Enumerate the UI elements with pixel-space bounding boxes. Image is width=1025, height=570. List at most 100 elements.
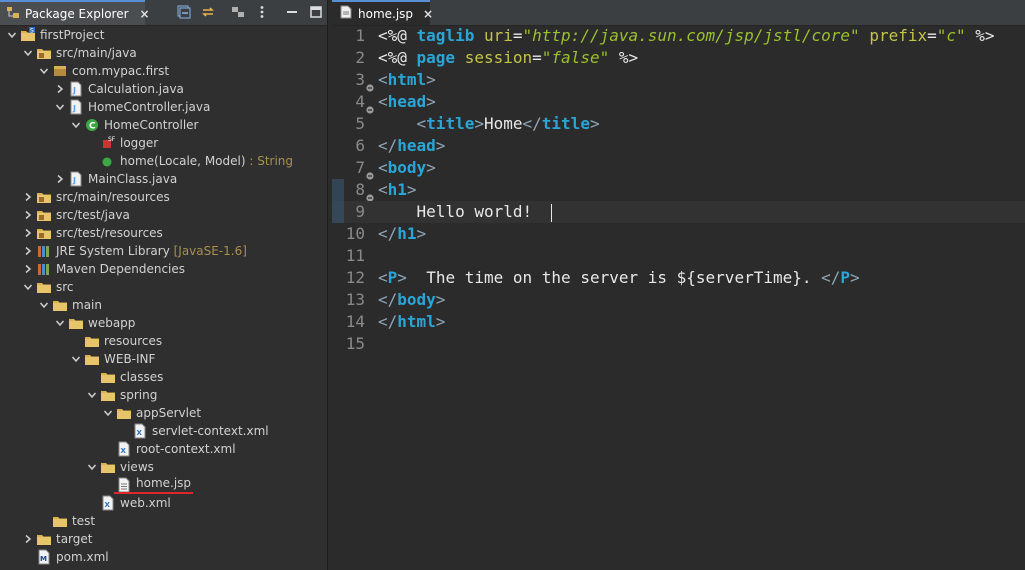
code-token: prefix xyxy=(869,26,928,45)
tree-item-label: home(Locale, Model) : String xyxy=(120,152,293,170)
fold-toggle-icon[interactable] xyxy=(366,186,374,202)
chevron-right-icon[interactable] xyxy=(54,80,66,98)
view-menu-icon[interactable] xyxy=(254,4,270,20)
tree-item[interactable]: src/test/resources xyxy=(0,224,327,242)
tree-item[interactable]: Mpom.xml xyxy=(0,548,327,566)
tree-item[interactable]: src/main/java xyxy=(0,44,327,62)
tree-item[interactable]: home(Locale, Model) : String xyxy=(0,152,327,170)
chevron-down-icon[interactable] xyxy=(22,278,34,296)
chevron-down-icon[interactable] xyxy=(6,26,18,44)
tree-item[interactable]: J HomeController.java xyxy=(0,98,327,116)
close-icon[interactable]: × xyxy=(423,7,433,21)
maven-file-icon: M xyxy=(36,549,52,565)
focus-icon[interactable] xyxy=(230,4,246,20)
tree-item[interactable]: Xroot-context.xml xyxy=(0,440,327,458)
code-token: </ xyxy=(821,268,841,287)
chevron-down-icon[interactable] xyxy=(70,350,82,368)
code-line[interactable]: 5 <title>Home</title> xyxy=(332,113,1025,135)
code-line[interactable]: 13 </body> xyxy=(332,289,1025,311)
chevron-down-icon[interactable] xyxy=(102,404,114,422)
code-editor[interactable]: 1 <%@ taglib uri="http://java.sun.com/jsp… xyxy=(332,25,1025,570)
tab-package-explorer[interactable]: Package Explorer × xyxy=(0,0,150,25)
code-line[interactable]: 3 <html> xyxy=(332,69,1025,92)
chevron-right-icon[interactable] xyxy=(22,206,34,224)
code-line[interactable]: 11 xyxy=(332,245,1025,267)
tree-item[interactable]: views xyxy=(0,458,327,476)
tree-item[interactable]: WEB-INF xyxy=(0,350,327,368)
chevron-right-icon[interactable] xyxy=(54,170,66,188)
tree-item[interactable]: webapp xyxy=(0,314,327,332)
minimize-icon[interactable] xyxy=(284,4,300,20)
tree-item[interactable]: resources xyxy=(0,332,327,350)
code-token: title xyxy=(541,114,590,133)
chevron-right-icon[interactable] xyxy=(22,242,34,260)
tree-item[interactable]: SF logger xyxy=(0,134,327,152)
chevron-right-icon[interactable] xyxy=(22,224,34,242)
code-line[interactable]: 2 <%@ page session="false" %> xyxy=(332,47,1025,69)
tree-item[interactable]: Maven Dependencies xyxy=(0,260,327,278)
code-line[interactable]: 6 </head> xyxy=(332,135,1025,157)
code-line[interactable]: 14 </html> xyxy=(332,311,1025,333)
chevron-down-icon[interactable] xyxy=(86,458,98,476)
tree-item[interactable]: Xservlet-context.xml xyxy=(0,422,327,440)
chevron-down-icon[interactable] xyxy=(38,296,50,314)
chevron-down-icon[interactable] xyxy=(86,386,98,404)
tree-item[interactable]: target xyxy=(0,530,327,548)
link-with-editor-icon[interactable] xyxy=(200,4,216,20)
tree-item[interactable]: main xyxy=(0,296,327,314)
code-line-content: <h1> xyxy=(378,179,417,201)
chevron-right-icon[interactable] xyxy=(22,530,34,548)
code-token: title xyxy=(426,114,475,133)
tree-item[interactable]: test xyxy=(0,512,327,530)
tree-item[interactable]: src xyxy=(0,278,327,296)
tree-item[interactable]: Xweb.xml xyxy=(0,494,327,512)
maximize-icon[interactable] xyxy=(308,4,324,20)
code-token: page xyxy=(416,48,465,67)
tree-item[interactable]: J MainClass.java xyxy=(0,170,327,188)
chevron-down-icon[interactable] xyxy=(38,62,50,80)
tree-item[interactable]: appServlet xyxy=(0,404,327,422)
java-file-icon: J xyxy=(68,99,84,115)
tab-home-jsp[interactable]: home.jsp × xyxy=(332,0,433,25)
fold-toggle-icon[interactable] xyxy=(366,164,374,180)
tree-item[interactable]: com.mypac.first xyxy=(0,62,327,80)
code-line[interactable]: 4 <head> xyxy=(332,91,1025,114)
tree-item[interactable]: src/main/resources xyxy=(0,188,327,206)
tree-item[interactable]: classes xyxy=(0,368,327,386)
line-number: 12 xyxy=(345,268,365,287)
code-line[interactable]: 12 <P> The time on the server is ${server… xyxy=(332,267,1025,289)
code-line[interactable]: 10 </h1> xyxy=(332,223,1025,245)
tree-item-name: views xyxy=(120,460,154,474)
chevron-down-icon[interactable] xyxy=(54,314,66,332)
code-token: The time on the server is ${serverTime}. xyxy=(406,268,822,287)
tree-item-label: firstProject xyxy=(40,26,105,44)
tree-item[interactable]: J Calculation.java xyxy=(0,80,327,98)
fold-toggle-icon[interactable] xyxy=(366,76,374,92)
tree-item-label: web.xml xyxy=(120,494,171,512)
tree-item[interactable]: SfirstProject xyxy=(0,26,327,44)
tree-item[interactable]: C HomeController xyxy=(0,116,327,134)
chevron-right-icon[interactable] xyxy=(22,188,34,206)
chevron-down-icon[interactable] xyxy=(22,44,34,62)
tree-item[interactable]: src/test/java xyxy=(0,206,327,224)
code-line[interactable]: 15 xyxy=(332,333,1025,355)
tree-item[interactable]: spring xyxy=(0,386,327,404)
tree-item-name: WEB-INF xyxy=(104,352,156,366)
code-line[interactable]: 1 <%@ taglib uri="http://java.sun.com/jsp… xyxy=(332,25,1025,47)
editor-tabbar: home.jsp × xyxy=(332,0,1025,26)
fold-toggle-icon[interactable] xyxy=(366,98,374,114)
code-line[interactable]: 9 Hello world! xyxy=(332,201,1025,223)
tree-item-name: JRE System Library xyxy=(56,244,170,258)
code-line[interactable]: 7 <body> xyxy=(332,157,1025,180)
tree-item-decoration: : String xyxy=(245,154,294,168)
tree-item-label: home.jsp xyxy=(114,476,194,494)
collapse-all-icon[interactable] xyxy=(176,4,192,20)
close-icon[interactable]: × xyxy=(140,7,150,21)
chevron-down-icon[interactable] xyxy=(54,98,66,116)
chevron-right-icon[interactable] xyxy=(22,260,34,278)
tree-item[interactable]: home.jsp xyxy=(0,476,327,494)
tree-item[interactable]: JRE System Library [JavaSE-1.6] xyxy=(0,242,327,260)
chevron-down-icon[interactable] xyxy=(70,116,82,134)
line-number: 3 xyxy=(355,70,365,89)
code-line[interactable]: 8 <h1> xyxy=(332,179,1025,202)
